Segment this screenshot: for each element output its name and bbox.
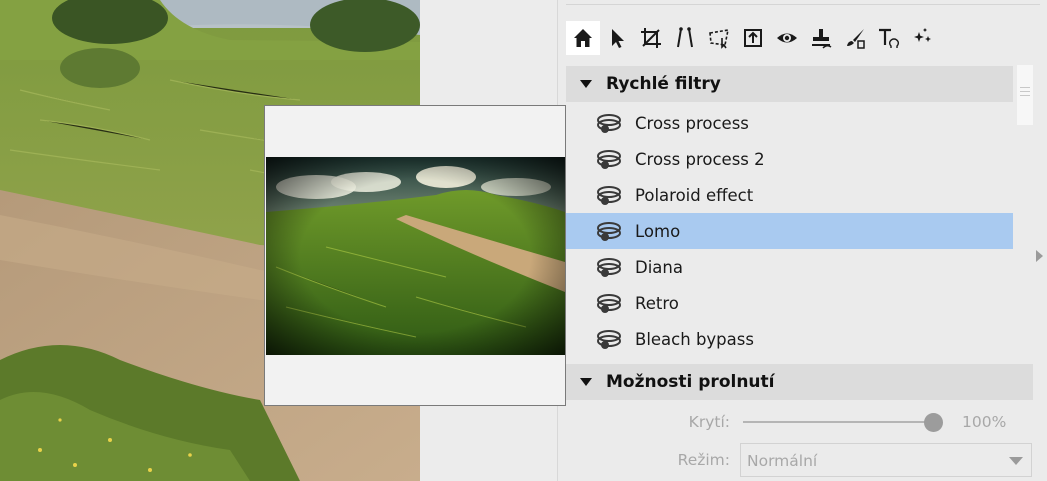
crop-icon — [641, 28, 661, 48]
filter-item[interactable]: Cross process — [566, 105, 1013, 141]
text-symbol-icon — [879, 28, 900, 48]
tool-home[interactable] — [566, 21, 600, 55]
filter-stack-icon — [595, 256, 623, 278]
opacity-slider[interactable] — [743, 421, 933, 423]
filter-item-label: Bleach bypass — [635, 329, 754, 349]
filter-scrollbar[interactable] — [1013, 65, 1033, 363]
opacity-value: 100% — [962, 413, 1007, 431]
tool-sparkle[interactable] — [906, 21, 940, 55]
collapse-triangle-icon — [580, 80, 592, 88]
pointer-icon — [612, 29, 624, 48]
filter-item-label: Cross process — [635, 113, 749, 133]
section-title: Rychlé filtry — [606, 74, 721, 94]
transform-icon — [709, 29, 730, 49]
filter-preview-image — [266, 157, 565, 355]
filter-item-label: Diana — [635, 257, 683, 277]
filter-item-label: Cross process 2 — [635, 149, 765, 169]
filter-item-label: Retro — [635, 293, 679, 313]
tool-brush[interactable] — [838, 21, 872, 55]
tool-text[interactable] — [872, 21, 906, 55]
blend-mode-value: Normální — [747, 452, 818, 470]
sparkle-icon — [914, 28, 931, 42]
export-icon — [744, 29, 762, 47]
tool-lines[interactable] — [668, 21, 702, 55]
home-icon — [574, 29, 592, 47]
panel-divider — [566, 4, 1040, 5]
filter-item[interactable]: Lomo — [566, 213, 1013, 249]
filter-stack-icon — [595, 112, 623, 134]
filter-item-label: Polaroid effect — [635, 185, 754, 205]
section-title: Možnosti prolnutí — [606, 372, 775, 392]
filter-stack-icon — [595, 220, 623, 242]
side-panel: Rychlé filtry Cross process Cross process… — [557, 0, 1047, 481]
filter-stack-icon — [595, 292, 623, 314]
filter-preview-popup — [264, 105, 566, 406]
filter-item[interactable]: Bleach bypass — [566, 321, 1013, 357]
filter-item[interactable]: Diana — [566, 249, 1013, 285]
tool-eye[interactable] — [770, 21, 804, 55]
section-quick-filters[interactable]: Rychlé filtry — [566, 66, 1033, 102]
chevron-down-icon — [1009, 457, 1023, 465]
filter-item-label: Lomo — [635, 221, 681, 241]
tool-pointer[interactable] — [600, 21, 634, 55]
filter-stack-icon — [595, 148, 623, 170]
tool-transform[interactable] — [702, 21, 736, 55]
filter-stack-icon — [595, 328, 623, 350]
tool-bar — [566, 20, 940, 56]
brush-icon — [847, 29, 865, 49]
tool-stamp[interactable] — [804, 21, 838, 55]
filter-item[interactable]: Cross process 2 — [566, 141, 1013, 177]
filter-item[interactable]: Polaroid effect — [566, 177, 1013, 213]
line-tool-icon — [677, 27, 693, 48]
opacity-slider-handle[interactable] — [923, 413, 943, 432]
mode-label: Režim: — [677, 451, 730, 469]
expand-right-icon[interactable] — [1036, 250, 1043, 262]
filter-stack-icon — [595, 184, 623, 206]
filter-list: Cross process Cross process 2 Polaroid eff… — [566, 105, 1013, 357]
section-blend-options[interactable]: Možnosti prolnutí — [566, 364, 1033, 400]
collapse-triangle-icon — [580, 378, 592, 386]
eye-icon — [777, 33, 797, 43]
tool-crop[interactable] — [634, 21, 668, 55]
blend-mode-select[interactable]: Normální — [740, 443, 1032, 477]
tool-export[interactable] — [736, 21, 770, 55]
opacity-label: Krytí: — [688, 413, 730, 431]
filter-item[interactable]: Retro — [566, 285, 1013, 321]
grip-icon — [1020, 87, 1030, 101]
stamp-icon — [812, 29, 832, 49]
scrollbar-thumb[interactable] — [1017, 65, 1033, 125]
